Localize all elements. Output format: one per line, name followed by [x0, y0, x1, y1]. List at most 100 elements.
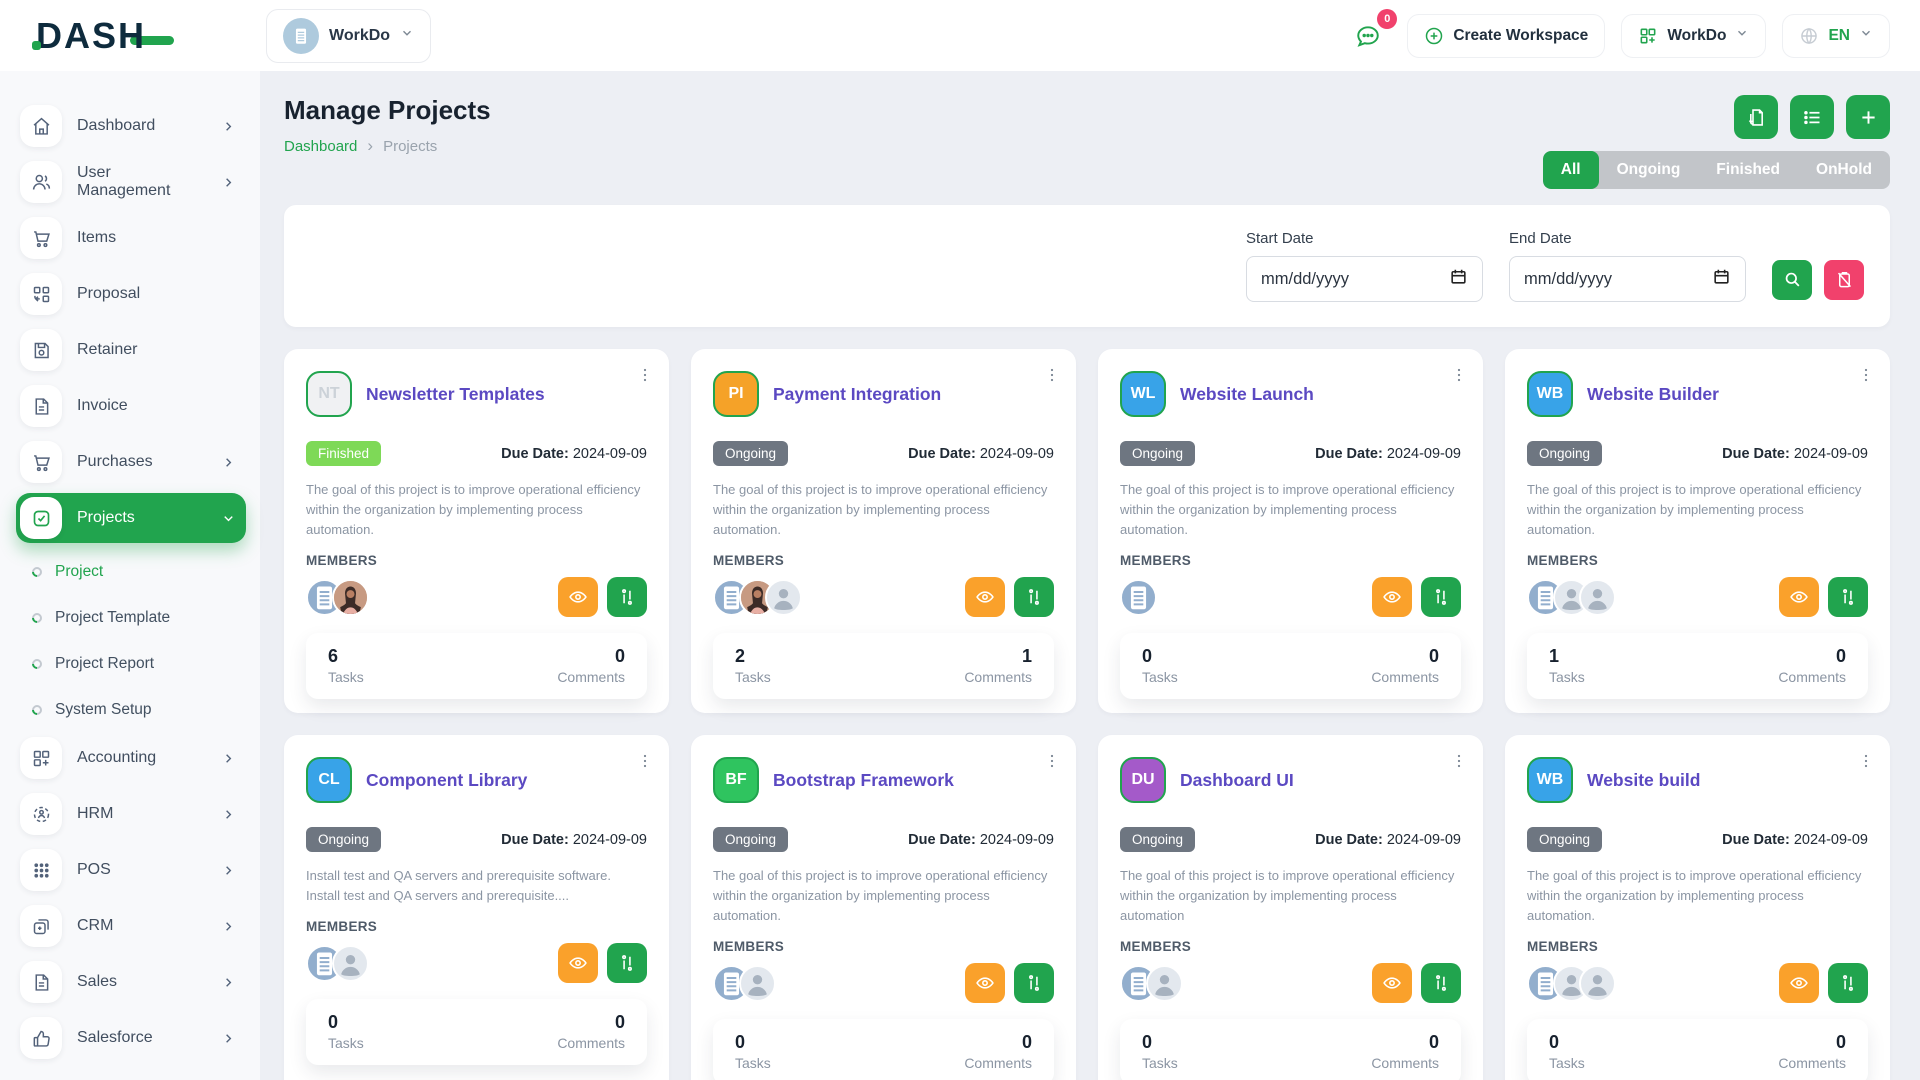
sidebar-item-retainer[interactable]: Retainer: [16, 325, 246, 375]
tab-finished[interactable]: Finished: [1698, 151, 1798, 189]
project-title-link[interactable]: Newsletter Templates: [366, 384, 545, 405]
due-date-value: 2024-09-09: [1794, 832, 1868, 848]
members-label: MEMBERS: [1120, 939, 1461, 954]
kebab-menu-icon[interactable]: [1858, 367, 1874, 383]
users-icon: [20, 161, 62, 203]
comments-count: 0: [1371, 1032, 1439, 1053]
end-date-input[interactable]: mm/dd/yyyy: [1509, 256, 1746, 302]
view-project-button[interactable]: [1779, 963, 1819, 1003]
sidebar-item-pos[interactable]: POS: [16, 845, 246, 895]
chevron-down-icon: [221, 511, 236, 526]
sidebar-item-projects[interactable]: Projects: [16, 493, 246, 543]
project-title-link[interactable]: Dashboard UI: [1180, 770, 1294, 791]
project-title-link[interactable]: Website build: [1587, 770, 1700, 791]
sidebar-subitem-project-template[interactable]: Project Template: [16, 595, 246, 641]
tasks-board-button[interactable]: [1421, 577, 1461, 617]
tasks-count: 0: [735, 1032, 771, 1053]
due-date-label: Due Date:: [1315, 446, 1383, 462]
kebab-menu-icon[interactable]: [1451, 367, 1467, 383]
calendar-icon[interactable]: [1712, 267, 1731, 291]
view-project-button[interactable]: [965, 577, 1005, 617]
project-initials: PI: [713, 371, 759, 417]
kebab-menu-icon[interactable]: [1451, 753, 1467, 769]
view-project-button[interactable]: [965, 963, 1005, 1003]
list-view-button[interactable]: [1790, 95, 1834, 139]
sidebar-item-items[interactable]: Items: [16, 213, 246, 263]
tasks-board-button[interactable]: [1828, 963, 1868, 1003]
sidebar-item-hrm[interactable]: HRM: [16, 789, 246, 839]
calendar-icon[interactable]: [1449, 267, 1468, 291]
start-date-input[interactable]: mm/dd/yyyy: [1246, 256, 1483, 302]
members-label: MEMBERS: [1527, 553, 1868, 568]
kebab-menu-icon[interactable]: [1858, 753, 1874, 769]
bullet-icon: [30, 565, 44, 579]
kebab-menu-icon[interactable]: [637, 753, 653, 769]
sidebar-item-salesforce[interactable]: Salesforce: [16, 1013, 246, 1063]
due-date: Due Date: 2024-09-09: [1722, 446, 1868, 462]
view-project-button[interactable]: [1372, 577, 1412, 617]
workspace-selector[interactable]: WorkDo: [266, 9, 431, 63]
tab-all[interactable]: All: [1543, 151, 1599, 189]
reset-filter-button[interactable]: [1824, 260, 1864, 300]
export-template-button[interactable]: [1734, 95, 1778, 139]
sidebar-subitem-system-setup[interactable]: System Setup: [16, 687, 246, 733]
breadcrumb-dashboard-link[interactable]: Dashboard: [284, 138, 357, 155]
add-project-button[interactable]: [1846, 95, 1890, 139]
tasks-board-button[interactable]: [1421, 963, 1461, 1003]
view-project-button[interactable]: [1372, 963, 1412, 1003]
comments-label: Comments: [1371, 669, 1439, 685]
kebab-menu-icon[interactable]: [1044, 753, 1060, 769]
sidebar-item-sales[interactable]: Sales: [16, 957, 246, 1007]
project-card: WB Website build Ongoing Due Date: 2024-…: [1505, 735, 1890, 1080]
tasks-board-button[interactable]: [1014, 963, 1054, 1003]
view-project-button[interactable]: [558, 943, 598, 983]
sidebar-item-crm[interactable]: CRM: [16, 901, 246, 951]
create-workspace-button[interactable]: Create Workspace: [1407, 14, 1605, 58]
sidebar-item-purchases[interactable]: Purchases: [16, 437, 246, 487]
top-header: DASH WorkDo 0 Create Workspace WorkDo EN: [0, 0, 1920, 71]
tasks-board-button[interactable]: [607, 577, 647, 617]
due-date-label: Due Date:: [908, 832, 976, 848]
sidebar-subitem-project[interactable]: Project: [16, 549, 246, 595]
project-title-link[interactable]: Bootstrap Framework: [773, 770, 954, 791]
sidebar-subitem-project-report[interactable]: Project Report: [16, 641, 246, 687]
members-label: MEMBERS: [1120, 553, 1461, 568]
search-button[interactable]: [1772, 260, 1812, 300]
home-icon: [20, 105, 62, 147]
project-title-link[interactable]: Component Library: [366, 770, 527, 791]
sidebar-item-user-management[interactable]: User Management: [16, 157, 246, 207]
view-project-button[interactable]: [558, 577, 598, 617]
due-date: Due Date: 2024-09-09: [501, 446, 647, 462]
view-project-button[interactable]: [1779, 577, 1819, 617]
chevron-right-icon: [221, 751, 236, 766]
comments-label: Comments: [964, 1055, 1032, 1071]
document-icon: [20, 385, 62, 427]
sidebar-item-invoice[interactable]: Invoice: [16, 381, 246, 431]
tasks-board-button[interactable]: [607, 943, 647, 983]
tab-ongoing[interactable]: Ongoing: [1599, 151, 1699, 189]
comments-label: Comments: [557, 1035, 625, 1051]
sidebar-item-dashboard[interactable]: Dashboard: [16, 101, 246, 151]
tasks-board-button[interactable]: [1014, 577, 1054, 617]
tasks-board-button[interactable]: [1828, 577, 1868, 617]
project-card: CL Component Library Ongoing Due Date: 2…: [284, 735, 669, 1080]
sidebar-item-proposal[interactable]: Proposal: [16, 269, 246, 319]
comments-label: Comments: [1778, 669, 1846, 685]
cart-icon: [20, 217, 62, 259]
comments-count: 0: [1778, 1032, 1846, 1053]
comments-label: Comments: [964, 669, 1032, 685]
kebab-menu-icon[interactable]: [637, 367, 653, 383]
language-selector[interactable]: EN: [1782, 14, 1890, 58]
tab-onhold[interactable]: OnHold: [1798, 151, 1890, 189]
due-date-label: Due Date:: [1315, 832, 1383, 848]
copy-squares-icon: [20, 905, 62, 947]
workdo-menu-button[interactable]: WorkDo: [1621, 14, 1766, 58]
project-title-link[interactable]: Payment Integration: [773, 384, 941, 405]
list-icon: [1802, 107, 1823, 128]
sidebar-item-accounting[interactable]: Accounting: [16, 733, 246, 783]
kebab-menu-icon[interactable]: [1044, 367, 1060, 383]
project-title-link[interactable]: Website Builder: [1587, 384, 1719, 405]
member-avatar-user: [1579, 965, 1616, 1002]
project-title-link[interactable]: Website Launch: [1180, 384, 1314, 405]
messages-button[interactable]: 0: [1345, 13, 1391, 59]
